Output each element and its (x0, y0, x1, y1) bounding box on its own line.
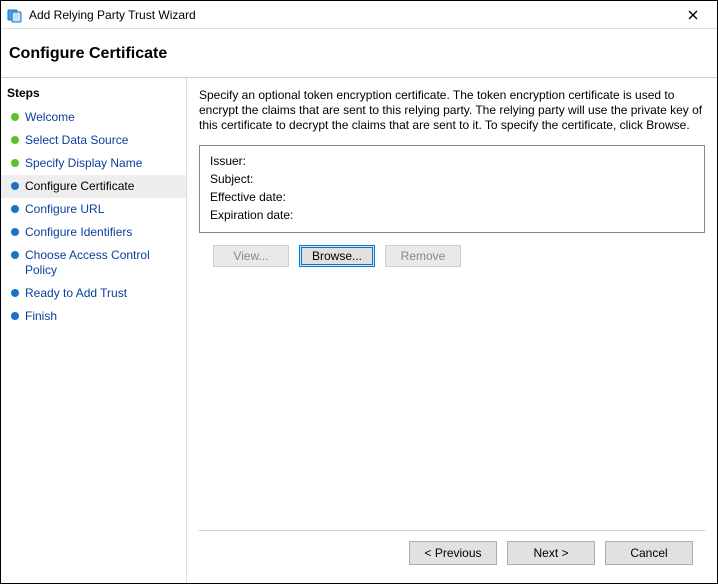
cert-subject-row: Subject: (210, 170, 694, 188)
step-label: Ready to Add Trust (25, 286, 127, 301)
wizard-footer: < Previous Next > Cancel (199, 530, 705, 575)
step-bullet-icon (11, 182, 19, 190)
cert-expiration-label: Expiration date: (210, 206, 293, 224)
wizard-body: Steps Welcome Select Data Source Specify… (1, 78, 717, 583)
steps-sidebar: Steps Welcome Select Data Source Specify… (1, 78, 187, 583)
step-bullet-icon (11, 113, 19, 121)
next-button[interactable]: Next > (507, 541, 595, 565)
step-finish[interactable]: Finish (1, 305, 186, 328)
remove-button: Remove (385, 245, 461, 267)
step-label: Select Data Source (25, 133, 128, 148)
page-header: Configure Certificate (1, 29, 717, 78)
page-title: Configure Certificate (9, 45, 709, 63)
step-configure-url[interactable]: Configure URL (1, 198, 186, 221)
close-icon (688, 10, 698, 20)
close-button[interactable] (673, 2, 713, 28)
sidebar-title: Steps (1, 84, 186, 106)
cert-subject-label: Subject: (210, 170, 253, 188)
step-welcome[interactable]: Welcome (1, 106, 186, 129)
step-label: Configure Identifiers (25, 225, 132, 240)
step-label: Welcome (25, 110, 75, 125)
cert-issuer-label: Issuer: (210, 152, 246, 170)
titlebar: Add Relying Party Trust Wizard (1, 1, 717, 29)
browse-button[interactable]: Browse... (299, 245, 375, 267)
step-label: Specify Display Name (25, 156, 142, 171)
step-bullet-icon (11, 159, 19, 167)
main-panel: Specify an optional token encryption cer… (187, 78, 717, 583)
window-title: Add Relying Party Trust Wizard (29, 8, 673, 22)
step-bullet-icon (11, 312, 19, 320)
step-bullet-icon (11, 289, 19, 297)
step-bullet-icon (11, 136, 19, 144)
step-label: Configure URL (25, 202, 104, 217)
step-bullet-icon (11, 251, 19, 259)
step-bullet-icon (11, 205, 19, 213)
cancel-button[interactable]: Cancel (605, 541, 693, 565)
step-specify-display-name[interactable]: Specify Display Name (1, 152, 186, 175)
cert-effective-label: Effective date: (210, 188, 286, 206)
cert-expiration-row: Expiration date: (210, 206, 694, 224)
step-select-data-source[interactable]: Select Data Source (1, 129, 186, 152)
wizard-window: Add Relying Party Trust Wizard Configure… (0, 0, 718, 584)
description-text: Specify an optional token encryption cer… (199, 88, 705, 133)
step-choose-access-control-policy[interactable]: Choose Access Control Policy (1, 244, 186, 282)
cert-effective-row: Effective date: (210, 188, 694, 206)
certificate-details-box: Issuer: Subject: Effective date: Expirat… (199, 145, 705, 233)
step-label: Finish (25, 309, 57, 324)
step-configure-certificate[interactable]: Configure Certificate (1, 175, 186, 198)
step-ready-to-add-trust[interactable]: Ready to Add Trust (1, 282, 186, 305)
step-bullet-icon (11, 228, 19, 236)
cert-issuer-row: Issuer: (210, 152, 694, 170)
app-icon (7, 7, 23, 23)
view-button: View... (213, 245, 289, 267)
cert-button-row: View... Browse... Remove (213, 245, 705, 267)
step-configure-identifiers[interactable]: Configure Identifiers (1, 221, 186, 244)
previous-button[interactable]: < Previous (409, 541, 497, 565)
step-label: Configure Certificate (25, 179, 134, 194)
step-label: Choose Access Control Policy (25, 248, 180, 278)
spacer (199, 267, 705, 530)
